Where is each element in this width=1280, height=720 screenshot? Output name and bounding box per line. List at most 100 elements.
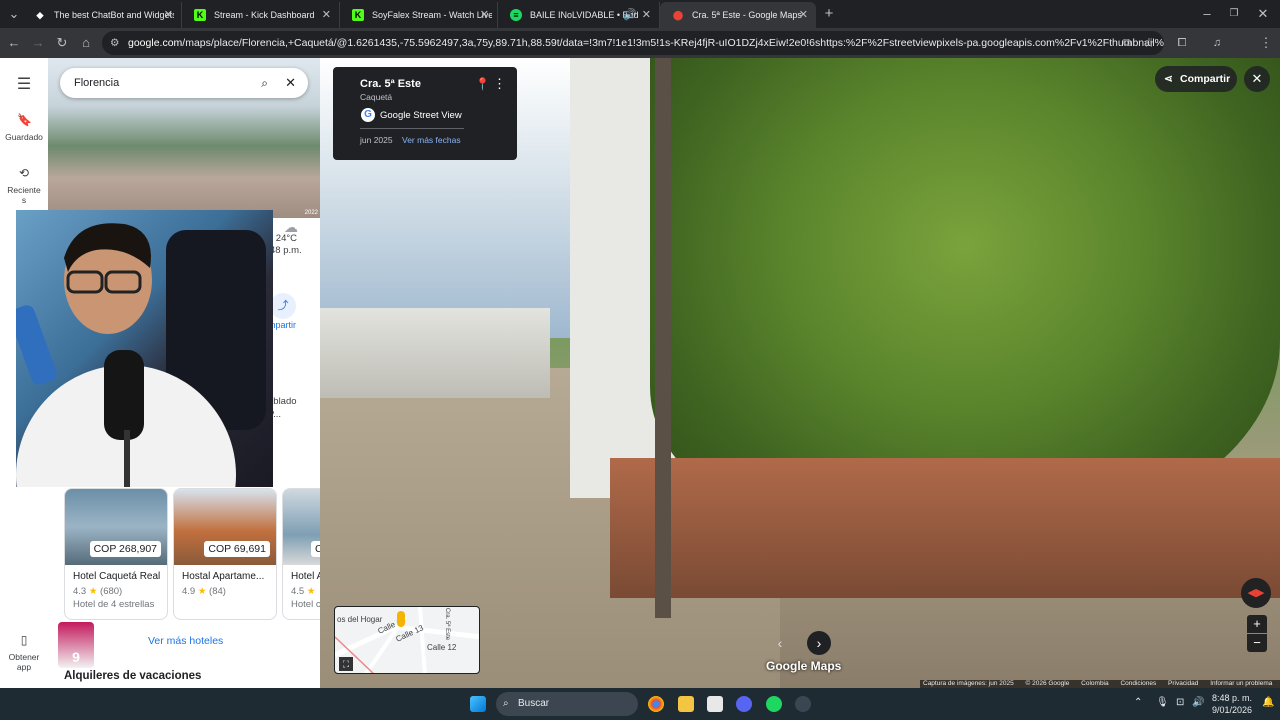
new-tab-icon[interactable]: + [821, 6, 837, 22]
star-icon: ★ [88, 586, 98, 597]
mini-map[interactable]: os del Hogar Calle 13 Calle 14 Calle 12 … [334, 606, 480, 674]
kick-icon: K [352, 9, 364, 21]
url-field[interactable]: ⚙ google.com/maps/place/Florencia,+Caque… [102, 31, 1164, 55]
privacy-link[interactable]: Privacidad [1168, 680, 1198, 687]
tab-spotify[interactable]: ≡ BAILE INoLVIDABLE • Bad B 🔊 ✕ [498, 2, 660, 28]
windows-start-icon[interactable] [470, 696, 486, 712]
close-streetview-button[interactable]: ✕ [1244, 66, 1270, 92]
clock[interactable]: 8:48 p. m. 9/01/2026 [1208, 692, 1252, 716]
chrome-menu-icon[interactable]: ⋮ [1258, 35, 1274, 51]
microphone-icon[interactable]: 🎙 [1156, 697, 1169, 709]
map-label: Calle 12 [427, 643, 457, 652]
tab-kick-dashboard[interactable]: K Stream - Kick Dashboard ✕ [182, 2, 340, 28]
hotel-card[interactable]: COP 69,691 Hostal Apartame... 4.9 ★ (84) [173, 488, 277, 620]
expand-map-icon[interactable]: ⛶ [339, 657, 353, 671]
zoom-out-button[interactable]: − [1247, 634, 1267, 652]
tab-title: Stream - Kick Dashboard [214, 10, 315, 20]
close-tab-icon[interactable]: ✕ [480, 2, 489, 28]
pegman-icon[interactable] [397, 611, 405, 627]
spotify-icon[interactable] [766, 696, 782, 712]
store-icon[interactable] [707, 696, 723, 712]
hotel-card[interactable]: C Hotel A 4.5 ★ Hotel c [282, 488, 320, 620]
chrome-icon[interactable] [648, 696, 664, 712]
more-dates-link[interactable]: Ver más fechas [402, 135, 461, 145]
clear-search-icon[interactable]: ✕ [285, 68, 296, 98]
compass-icon[interactable]: ◀▶ [1241, 578, 1271, 608]
extensions-icon[interactable]: ⧠ [1174, 35, 1190, 51]
close-tab-icon[interactable]: ✕ [799, 2, 808, 28]
photo-year: 2022 [304, 210, 318, 216]
close-window-icon[interactable]: ✕ [1255, 6, 1271, 22]
bookmark-icon: 🔖 [17, 113, 32, 127]
map-label: os del Hogar [337, 615, 383, 624]
country-link[interactable]: Colombia [1081, 680, 1108, 687]
previous-image-icon[interactable]: ‹ [768, 631, 792, 655]
network-icon[interactable]: ⊡ [1176, 697, 1184, 709]
windows-taskbar: ⌕ Buscar ⌃ 🎙 ⊡ 🔊 8:48 p. m. 9/01/2026 🔔 [0, 688, 1280, 720]
copyright: © 2026 Google [1025, 680, 1070, 687]
search-input[interactable]: Florencia ⌕ ✕ [60, 68, 308, 98]
close-tab-icon[interactable]: ✕ [642, 2, 651, 28]
close-tab-icon[interactable]: ✕ [322, 2, 331, 28]
share-streetview-button[interactable]: ⋖ Compartir [1155, 66, 1237, 92]
stream-overlay-badge: 9 [58, 622, 94, 668]
report-problem-link[interactable]: Informar un problema [1210, 680, 1272, 687]
tray-expand-icon[interactable]: ⌃ [1134, 697, 1142, 709]
search-icon[interactable]: ⌕ [261, 68, 268, 98]
zoom-in-button[interactable]: + [1247, 615, 1267, 633]
tab-soyfalex-stream[interactable]: K SoyFalex Stream - Watch Live c ✕ [340, 2, 498, 28]
rail-recent[interactable]: ⟲ Reciente s [0, 166, 48, 205]
streamer-figure [16, 223, 266, 487]
hotel-card[interactable]: COP 268,907 Hotel Caquetá Real 4.3 ★ (68… [64, 488, 168, 620]
install-app-icon[interactable]: ⧉ [1119, 35, 1135, 51]
reload-icon[interactable]: ↻ [54, 35, 70, 51]
volume-icon[interactable]: 🔊 [1192, 697, 1204, 709]
rail-get-app[interactable]: ▯ Obtener app [0, 633, 48, 672]
rating-value: 4.3 [73, 586, 87, 597]
tab-title: The best ChatBot and Widgets [54, 10, 174, 20]
restore-icon[interactable]: ❐ [1226, 6, 1242, 22]
site-info-icon[interactable]: ⚙ [110, 31, 119, 55]
file-explorer-icon[interactable] [678, 696, 694, 712]
notifications-icon[interactable]: 🔔 [1262, 697, 1274, 709]
rail-label: Reciente s [7, 185, 41, 205]
speaker-icon[interactable]: 🔊 [623, 2, 637, 28]
minimize-icon[interactable]: – [1199, 6, 1215, 22]
discord-icon[interactable] [736, 696, 752, 712]
weather-time: 48 p.m. [270, 245, 302, 256]
rail-label: Guardado [5, 132, 43, 142]
address-bar-row: ← → ↻ ⌂ ⚙ google.com/maps/place/Florenci… [0, 28, 1280, 58]
bookmark-star-icon[interactable]: ☆ [1141, 35, 1157, 51]
forward-icon[interactable]: → [30, 35, 46, 51]
obs-icon[interactable] [795, 696, 811, 712]
terms-link[interactable]: Condiciones [1120, 680, 1156, 687]
clock-time: 8:48 p. m. [1211, 693, 1252, 703]
share-button[interactable]: ⤴ [270, 293, 296, 319]
star-icon: ★ [306, 586, 316, 597]
rail-saved[interactable]: 🔖 Guardado [0, 113, 48, 142]
home-icon[interactable]: ⌂ [78, 35, 94, 51]
clock-date: 9/01/2026 [1211, 705, 1252, 715]
menu-icon[interactable]: ☰ [0, 74, 48, 94]
hotel-rating: 4.3 ★ (680) [73, 586, 122, 597]
share-icon: ⋖ [1164, 73, 1173, 85]
media-control-icon[interactable]: ♫ [1209, 35, 1225, 51]
taskbar-search[interactable]: ⌕ Buscar [496, 692, 638, 716]
tab-google-maps[interactable]: ⬤ Cra. 5ª Este - Google Maps ✕ [660, 2, 816, 28]
more-options-icon[interactable]: ⋮ [493, 76, 506, 92]
kick-icon: K [194, 9, 206, 21]
tab-title: Cra. 5ª Este - Google Maps [692, 10, 802, 20]
tab-search-icon[interactable]: ⌄ [6, 6, 22, 22]
location-pin-icon[interactable]: 📍 [475, 77, 490, 91]
close-tab-icon[interactable]: ✕ [164, 2, 173, 28]
more-hotels-link[interactable]: Ver más hoteles [148, 635, 223, 647]
tab-chatbot[interactable]: ◆ The best ChatBot and Widgets ✕ [22, 2, 182, 28]
browser-tab-bar: ⌄ ◆ The best ChatBot and Widgets ✕ K Str… [0, 0, 1280, 28]
hotel-class: Hotel de 4 estrellas [73, 599, 155, 610]
next-image-icon[interactable]: › [807, 631, 831, 655]
review-count: (84) [209, 586, 226, 597]
share-label: Compartir [1180, 73, 1231, 85]
hotel-name: Hotel Caquetá Real [73, 571, 161, 582]
back-icon[interactable]: ← [6, 35, 22, 51]
tiled-wall [610, 458, 1280, 598]
